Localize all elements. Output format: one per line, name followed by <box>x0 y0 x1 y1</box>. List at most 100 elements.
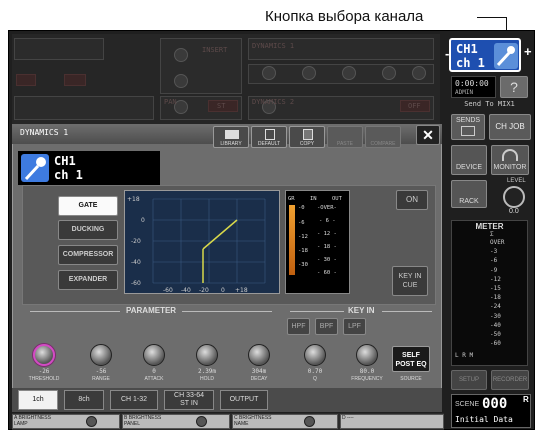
copy-icon <box>303 129 313 140</box>
time-counter: 0:00:00 <box>455 79 489 88</box>
range-label: RANGE <box>92 376 110 382</box>
dialog-channel-name: ch 1 <box>54 168 83 182</box>
type-expander-button[interactable]: EXPANDER <box>58 270 118 290</box>
io-scale-tick: - 12 - <box>317 231 337 237</box>
type-gate-button[interactable]: GATE <box>58 196 118 216</box>
io-scale-tick: - 60 - <box>317 270 337 276</box>
frequency-value: 80.0 <box>359 368 375 375</box>
dialog-title: DYNAMICS 1 <box>20 128 69 137</box>
ch-job-button[interactable]: CH JOB <box>489 114 531 140</box>
copy-button[interactable]: COPY <box>289 126 325 148</box>
close-button[interactable]: ✕ <box>416 125 440 145</box>
channel-select-button[interactable]: CH1 ch 1 <box>449 38 521 72</box>
decay-value: 304m <box>251 368 267 375</box>
source-label: SOURCE <box>400 376 422 382</box>
sends-button[interactable]: SENDS <box>451 114 485 140</box>
sends-label: SENDS <box>455 117 481 124</box>
meter-sigma: Σ <box>490 231 494 238</box>
decay-knob[interactable] <box>248 344 270 366</box>
level-value: 0.0 <box>509 208 519 215</box>
scene-number: 000 <box>482 396 508 412</box>
io-scale-tick: -OVER- <box>317 205 337 211</box>
meter-scale-tick: OVER <box>490 239 505 246</box>
help-button[interactable]: ? <box>500 76 528 98</box>
lpf-button[interactable]: LPF <box>343 318 366 335</box>
document-icon <box>265 129 275 140</box>
default-label: DEFAULT <box>257 141 281 147</box>
key-in-cue-line1: KEY IN <box>398 273 422 280</box>
key-in-cue-button[interactable]: KEY IN CUE <box>392 266 428 296</box>
bg-label-dynamics2: DYNAMICS 2 <box>252 98 295 106</box>
meter-scale-tick: -24 <box>490 303 501 311</box>
meter-scale-tick: -18 <box>490 294 501 302</box>
fader-icon <box>461 126 475 136</box>
parameter-divider-left <box>30 311 120 312</box>
io-scale-tick: - 30 - <box>317 257 337 263</box>
hpf-button[interactable]: HPF <box>287 318 310 335</box>
callout-line <box>477 17 507 18</box>
source-line2: POST EQ <box>395 361 427 368</box>
dialog-channel-header: CH1 ch 1 <box>18 151 160 185</box>
user-knob-d[interactable] <box>340 414 444 429</box>
q-label: Q <box>313 376 317 382</box>
bpf-button[interactable]: BPF <box>315 318 338 335</box>
callout-label: Кнопка выбора канала <box>265 8 424 25</box>
in-header: IN <box>310 196 317 202</box>
attack-knob[interactable] <box>143 344 165 366</box>
recorder-button[interactable]: RECORDER <box>491 370 529 390</box>
microphone-icon <box>494 43 518 69</box>
type-compressor-button[interactable]: COMPRESSOR <box>58 245 118 265</box>
graph-x-tick: +18 <box>235 287 248 294</box>
gr-scale-tick: -30 <box>298 262 308 268</box>
keyin-divider-left <box>290 311 344 312</box>
meter-title: METER <box>475 222 504 231</box>
compare-button[interactable]: COMPARE <box>365 126 401 148</box>
threshold-value: -26 <box>38 368 50 375</box>
level-label: LEVEL <box>507 178 526 184</box>
keyin-section-label: KEY IN <box>348 306 375 315</box>
compare-label: COMPARE <box>370 141 396 147</box>
q-knob[interactable] <box>304 344 326 366</box>
meter-lrm-label: L R M <box>455 352 474 359</box>
setup-button[interactable]: SETUP <box>451 370 487 390</box>
hold-label: HOLD <box>200 376 214 382</box>
monitor-label: MONITOR <box>493 164 527 171</box>
bg-label-dynamics1: DYNAMICS 1 <box>252 42 295 50</box>
tab-ch-33-64-st-in[interactable]: CH 33-64 ST IN <box>164 390 214 410</box>
key-in-source-button[interactable]: SELF POST EQ <box>392 346 430 372</box>
gate-transfer-line <box>202 219 238 250</box>
tab-ch-1-32[interactable]: CH 1-32 <box>110 390 158 410</box>
dynamics-on-button[interactable]: ON <box>396 190 428 210</box>
rack-button[interactable]: RACK <box>451 180 487 208</box>
type-ducking-button[interactable]: DUCKING <box>58 220 118 240</box>
bg-label-pan: PAN <box>164 98 177 106</box>
tab-1ch[interactable]: 1ch <box>18 390 58 410</box>
user-name: ADMIN <box>455 89 474 96</box>
io-scale-tick: - 6 - <box>319 218 336 224</box>
library-button[interactable]: LIBRARY <box>213 126 249 148</box>
bg-label-insert: INSERT <box>202 46 228 54</box>
gr-scale-tick: -12 <box>298 234 308 240</box>
graph-x-tick: -60 <box>163 287 173 294</box>
device-label: DEVICE <box>455 164 483 171</box>
copy-label: COPY <box>299 141 315 147</box>
channel-next-button[interactable]: + <box>524 44 532 59</box>
overview-background: DYNAMICS 1 DYNAMICS 2 PAN ST OFF INSERT <box>12 34 440 124</box>
device-button[interactable]: DEVICE <box>451 145 487 175</box>
graph-x-tick: -20 <box>199 287 209 294</box>
range-knob[interactable] <box>90 344 112 366</box>
paste-button[interactable]: PASTE <box>327 126 363 148</box>
scene-display[interactable]: SCENE 000 R Initial Data <box>451 394 531 428</box>
frequency-knob[interactable] <box>356 344 378 366</box>
keyin-divider-right <box>382 311 432 312</box>
graph-y-tick: +18 <box>127 196 140 203</box>
tab-output[interactable]: OUTPUT <box>220 390 268 410</box>
hold-knob[interactable] <box>196 344 218 366</box>
threshold-knob[interactable] <box>33 344 55 366</box>
default-button[interactable]: DEFAULT <box>251 126 287 148</box>
q-value: 0.70 <box>307 368 323 375</box>
time-user-display[interactable]: 0:00:00 ADMIN <box>451 76 496 98</box>
level-knob[interactable] <box>503 186 525 208</box>
tab-8ch[interactable]: 8ch <box>64 390 104 410</box>
rack-label: RACK <box>459 198 479 205</box>
